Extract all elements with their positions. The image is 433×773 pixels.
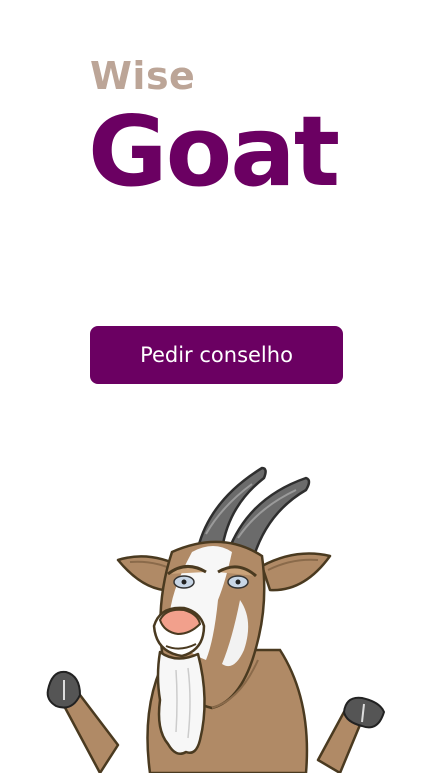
logo-goat-text: Goat: [88, 95, 340, 208]
goat-mascot-illustration: [46, 466, 386, 773]
ask-advice-button[interactable]: Pedir conselho: [90, 326, 343, 384]
